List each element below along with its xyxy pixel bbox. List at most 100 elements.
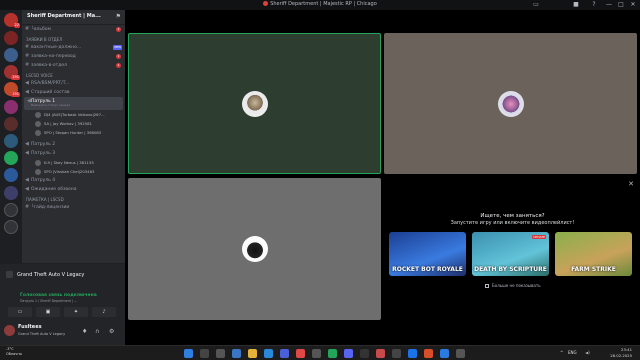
participant-tile[interactable] [384, 33, 637, 174]
server-icon[interactable] [4, 186, 18, 200]
app-icon[interactable] [440, 349, 449, 358]
download-icon[interactable] [4, 220, 18, 234]
avatar [497, 90, 524, 117]
voice-channel-item[interactable]: ◀ Старший состав [22, 88, 125, 97]
voice-user[interactable]: SPO | Stepan Hunter | 398083 [22, 128, 125, 137]
server-icon[interactable]: 191 [4, 65, 20, 80]
server-icon[interactable] [4, 31, 18, 45]
avatar[interactable] [4, 325, 15, 336]
settings-icon[interactable]: ⚙ [109, 328, 114, 335]
help-icon[interactable]: ? [590, 1, 598, 9]
hash-icon: # [25, 62, 30, 68]
tray-overflow-icon[interactable]: ^ [560, 350, 563, 355]
speaker-icon: ◀ [25, 89, 29, 95]
clock[interactable]: 23:41 28.02.2025 [610, 347, 632, 359]
explore-icon[interactable] [4, 203, 18, 217]
search-icon[interactable] [200, 349, 209, 358]
participant-tile[interactable] [128, 33, 381, 174]
voice-user[interactable]: DJ4 |AUE|Turbask Volkovo|267... [22, 110, 125, 119]
channel-item[interactable]: # └гайд-лицензии [22, 203, 125, 212]
checkbox[interactable] [485, 283, 489, 288]
participant-tile[interactable] [128, 178, 381, 320]
mic-icon[interactable]: ♦ [82, 328, 87, 335]
game-card[interactable]: FARM STRIKE [555, 232, 632, 276]
hash-icon: # [25, 26, 30, 32]
game-card[interactable]: UPDATE DEATH BY SCRIPTURE [472, 232, 549, 276]
app-icon[interactable] [424, 349, 433, 358]
guild-header[interactable]: Sheriff Department | Ма... ⚑ [22, 10, 125, 25]
avatar [35, 120, 41, 127]
server-icon[interactable] [4, 134, 18, 148]
app-icon[interactable] [328, 349, 337, 358]
category-requests[interactable]: ЗАЯВКИ В ОТДЕЛ [22, 34, 125, 43]
channel-item[interactable]: # заявка-в-отдел 1 [22, 61, 125, 70]
notification-icon[interactable]: ■ [572, 1, 580, 9]
windows-start-icon[interactable] [184, 349, 193, 358]
channel-item[interactable]: # заявка-на-перевод 1 [22, 52, 125, 61]
inbox-icon[interactable]: ▭ [532, 1, 540, 9]
camera-button[interactable]: ▭ [8, 307, 32, 317]
channel-label: RSA/BSM/PRT/T... [31, 81, 70, 86]
chrome-icon[interactable] [408, 349, 417, 358]
channel-label: └альбом [31, 27, 51, 32]
voice-channel-item[interactable]: ◀ Патруль 2 [22, 140, 125, 149]
app-icon[interactable] [312, 349, 321, 358]
voice-channel-item[interactable]: ◀ Патруль 4 [22, 176, 125, 185]
channel-item[interactable]: # вакантные-должно... NEW [22, 43, 125, 52]
app-icon[interactable] [376, 349, 385, 358]
channel-item[interactable]: # └альбом 1 [22, 25, 125, 34]
channel-label: Патруль 3 [31, 151, 56, 156]
close-icon[interactable]: ✕ [628, 180, 634, 188]
screen-share-button[interactable]: ▣ [36, 307, 60, 317]
minimize-icon[interactable]: — [605, 1, 613, 9]
new-badge: NEW [113, 45, 122, 50]
store-icon[interactable] [264, 349, 273, 358]
voice-user-name: K-9 | Skey Nexus | 381135 [44, 160, 94, 165]
server-icon[interactable] [4, 151, 18, 165]
task-view-icon[interactable] [216, 349, 225, 358]
activity-button[interactable]: ✦ [64, 307, 88, 317]
voice-user[interactable]: SPO |Vinskah Chel|203463 [22, 167, 125, 176]
voice-channel-item-active[interactable]: ◀ Патруль 1 Выберите статус канала [24, 97, 123, 110]
invite-icon[interactable]: ⚑ [116, 13, 121, 20]
server-icon[interactable] [4, 100, 18, 114]
speaker-icon: ◀ [25, 80, 29, 86]
server-icon[interactable]: 191 [4, 82, 20, 97]
weather-widget[interactable]: -3°C Облачно [6, 347, 22, 357]
server-icon[interactable] [4, 168, 18, 182]
category-voice[interactable]: LSCSD VOICE [22, 70, 125, 79]
server-icon[interactable]: 22 [4, 13, 20, 28]
game-card[interactable]: ROCKET BOT ROYALE [389, 232, 466, 276]
explorer-icon[interactable] [248, 349, 257, 358]
voice-channel-item[interactable]: ◀ RSA/BSM/PRT/T... [22, 79, 125, 88]
voice-user[interactable]: K-9 | Skey Nexus | 381135 [22, 158, 125, 167]
maximize-icon[interactable]: □ [617, 1, 625, 9]
voice-user[interactable]: SA | Jay Workov | 392581 [22, 119, 125, 128]
voice-channel-item[interactable]: ◀ Ожидание обзвона [22, 185, 125, 194]
app-icon[interactable] [392, 349, 401, 358]
soundboard-button[interactable]: ♪ [92, 307, 116, 317]
edge-icon[interactable] [232, 349, 241, 358]
app-icon[interactable] [296, 349, 305, 358]
headphones-icon[interactable]: ∩ [95, 328, 99, 335]
volume-icon[interactable]: ◄) [585, 350, 590, 355]
app-icon[interactable] [456, 349, 465, 358]
voice-status: Голосовая связь подключена [20, 293, 97, 298]
voice-channel-item[interactable]: ◀ Патруль 3 [22, 149, 125, 158]
activity-promo: ✕ Ищете, чем заняться? Запустите игру ил… [385, 176, 640, 296]
category-lscsd[interactable]: Пажетка | LSCSD [22, 194, 125, 203]
server-icon[interactable] [4, 48, 18, 62]
close-icon[interactable]: ✕ [629, 1, 637, 9]
language-indicator[interactable]: ENG [568, 350, 577, 355]
app-icon[interactable] [360, 349, 369, 358]
title-bar: Sheriff Department | Majestic RP | Chica… [0, 0, 640, 10]
speaker-icon: ◀ [25, 150, 29, 156]
voice-user-name: DJ4 |AUE|Turbask Volkovo|267... [44, 112, 105, 117]
server-icon[interactable] [4, 117, 18, 131]
avatar [35, 168, 41, 175]
taskbar: -3°C Облачно ^ ENG ◄) 23:41 28.02.2025 [0, 345, 640, 360]
channel-status-hint[interactable]: Выберите статус канала [31, 103, 70, 107]
discord-icon[interactable] [344, 349, 353, 358]
dont-show-checkbox[interactable]: Больше не показывать [485, 283, 541, 288]
app-icon[interactable] [280, 349, 289, 358]
